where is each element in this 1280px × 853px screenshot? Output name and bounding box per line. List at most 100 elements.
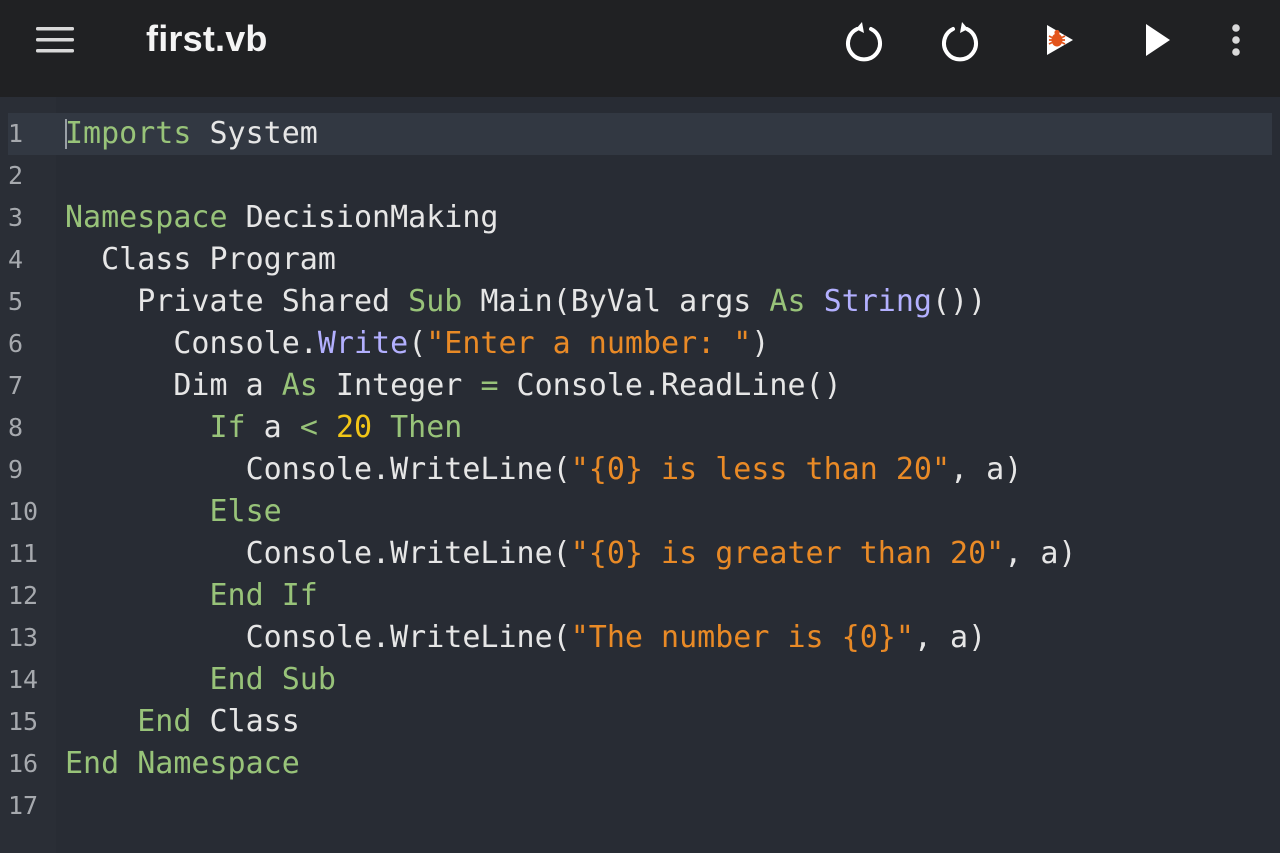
code-token: System [191, 116, 318, 151]
code-text: End If [65, 575, 318, 617]
more-options-button[interactable] [1212, 18, 1260, 66]
line-number: 7 [8, 371, 24, 400]
line-number: 1 [8, 119, 24, 148]
code-token: Console. [65, 326, 318, 361]
code-token: "{0} is less than 20" [570, 452, 951, 487]
line-number: 8 [8, 413, 24, 442]
more-vertical-icon [1230, 22, 1242, 63]
code-text: Console.WriteLine("{0} is greater than 2… [65, 533, 1077, 575]
code-token: Private Shared [65, 284, 409, 319]
debug-icon [1038, 20, 1078, 65]
debug-button[interactable] [1034, 18, 1082, 66]
code-token: ) [751, 326, 770, 361]
run-icon [1136, 20, 1176, 65]
code-editor-app: first.vb 1 Imports System 2 3 Namespace … [0, 0, 1280, 853]
code-token: DecisionMaking [227, 200, 499, 235]
code-line[interactable]: 17 [0, 785, 1280, 827]
redo-icon [938, 18, 982, 67]
code-token: Console.WriteLine( [65, 536, 571, 571]
code-line[interactable]: 1 Imports System [8, 113, 1272, 155]
code-token: As [281, 368, 318, 403]
code-token: Integer [317, 368, 481, 403]
code-token: , a) [913, 620, 987, 655]
code-token: End Sub [209, 662, 336, 697]
code-token: ()) [931, 284, 987, 319]
line-number: 17 [8, 791, 39, 820]
line-number: 11 [8, 539, 39, 568]
line-number: 10 [8, 497, 39, 526]
code-text: If a < 20 Then [65, 407, 463, 449]
code-token: Main(ByVal args [462, 284, 770, 319]
code-token: a [245, 410, 300, 445]
file-title: first.vb [146, 18, 268, 59]
code-line[interactable]: 11 Console.WriteLine("{0} is greater tha… [0, 533, 1280, 575]
code-token: Dim a [65, 368, 282, 403]
code-token: "Enter a number: " [426, 326, 752, 361]
code-token: ( [408, 326, 427, 361]
code-text: Console.Write("Enter a number: ") [65, 323, 769, 365]
code-text: Console.WriteLine("The number is {0}", a… [65, 617, 987, 659]
code-token: , a) [1004, 536, 1077, 571]
code-token: Console.WriteLine( [65, 620, 571, 655]
code-token: Class Program [65, 242, 336, 277]
menu-button[interactable] [22, 22, 88, 62]
code-token: Else [209, 494, 282, 529]
code-line[interactable]: 3 Namespace DecisionMaking [0, 197, 1280, 239]
code-token: End [137, 704, 192, 739]
line-number: 2 [8, 161, 24, 190]
code-token: 20 [335, 410, 373, 445]
code-text: Class Program [65, 239, 336, 281]
text-cursor [65, 119, 67, 149]
line-number: 5 [8, 287, 24, 316]
code-token: Class [191, 704, 300, 739]
line-number: 12 [8, 581, 39, 610]
line-number: 4 [8, 245, 24, 274]
code-line[interactable]: 13 Console.WriteLine("The number is {0}"… [0, 617, 1280, 659]
code-line[interactable]: 7 Dim a As Integer = Console.ReadLine() [0, 365, 1280, 407]
line-number: 6 [8, 329, 24, 358]
line-number: 3 [8, 203, 24, 232]
line-number: 15 [8, 707, 39, 736]
code-token: "The number is {0}" [570, 620, 914, 655]
code-line[interactable]: 2 [0, 155, 1280, 197]
code-token: Console.ReadLine() [498, 368, 842, 403]
code-token: , a) [950, 452, 1023, 487]
code-line[interactable]: 9 Console.WriteLine("{0} is less than 20… [0, 449, 1280, 491]
code-token: Write [317, 326, 409, 361]
run-button[interactable] [1132, 18, 1180, 66]
code-token: < [299, 410, 318, 445]
code-token: End If [209, 578, 318, 613]
code-token: Sub [408, 284, 463, 319]
code-line[interactable]: 12 End If [0, 575, 1280, 617]
code-text: End Sub [65, 659, 336, 701]
undo-button[interactable] [840, 18, 888, 66]
code-token: Console.WriteLine( [65, 452, 571, 487]
code-line[interactable]: 8 If a < 20 Then [0, 407, 1280, 449]
code-editor[interactable]: 1 Imports System 2 3 Namespace DecisionMakin… [0, 97, 1280, 853]
code-line[interactable]: 5 Private Shared Sub Main(ByVal args As … [0, 281, 1280, 323]
code-token: = [480, 368, 499, 403]
code-text: Else [65, 491, 282, 533]
redo-button[interactable] [936, 18, 984, 66]
code-text: End Namespace [65, 743, 300, 785]
code-text: Private Shared Sub Main(ByVal args As St… [65, 281, 986, 323]
code-line[interactable]: 15 End Class [0, 701, 1280, 743]
code-line[interactable]: 6 Console.Write("Enter a number: ") [0, 323, 1280, 365]
undo-icon [842, 18, 886, 67]
code-line[interactable]: 10 Else [0, 491, 1280, 533]
code-line[interactable]: 4 Class Program [0, 239, 1280, 281]
code-text: Namespace DecisionMaking [65, 197, 499, 239]
code-line[interactable]: 14 End Sub [0, 659, 1280, 701]
code-token: Then [390, 410, 463, 445]
menu-icon [36, 26, 74, 59]
code-line[interactable]: 16 End Namespace [0, 743, 1280, 785]
code-token: End Namespace [65, 746, 300, 781]
